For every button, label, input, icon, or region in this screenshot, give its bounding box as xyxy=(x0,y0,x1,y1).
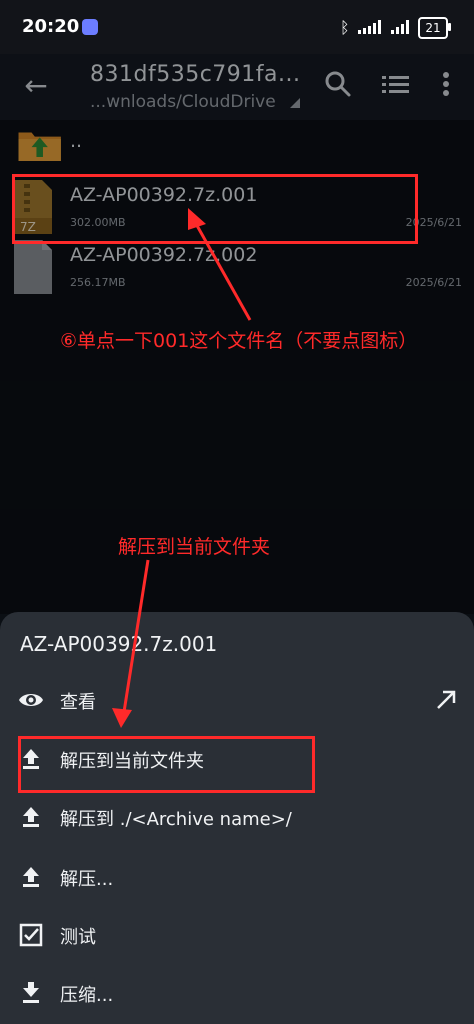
annotation-arrow-1 xyxy=(193,221,252,321)
annotation-arrows xyxy=(112,208,252,728)
annotation-arrow-2 xyxy=(122,559,150,713)
annotation-arrowhead-2 xyxy=(112,708,132,728)
annotation-arrowhead-1 xyxy=(188,208,206,230)
